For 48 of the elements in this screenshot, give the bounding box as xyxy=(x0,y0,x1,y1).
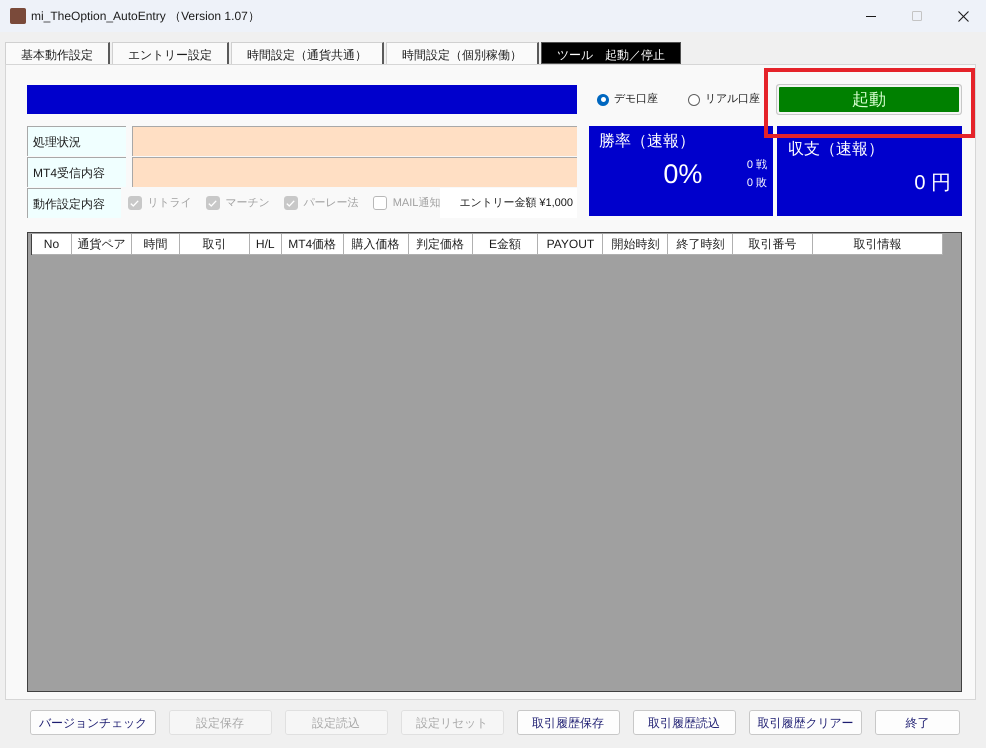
column-header[interactable]: 通貨ペア xyxy=(72,234,132,255)
column-header[interactable]: MT4価格 xyxy=(282,234,344,255)
column-header[interactable]: 取引 xyxy=(180,234,250,255)
radio-button[interactable] xyxy=(597,94,609,106)
window-title: mi_TheOption_AutoEntry （Version 1.07） xyxy=(31,8,260,25)
column-header[interactable]: 終了時刻 xyxy=(668,234,734,255)
column-header[interactable]: No xyxy=(32,234,72,255)
tab[interactable]: 時間設定（通貨共通） xyxy=(231,42,384,64)
column-header[interactable]: E金額 xyxy=(472,234,538,255)
tab[interactable]: 時間設定（個別稼働） xyxy=(386,42,539,64)
column-header[interactable]: 時間 xyxy=(132,234,180,255)
tab[interactable]: エントリー設定 xyxy=(112,42,229,64)
radio-label[interactable]: リアル口座 xyxy=(705,91,760,108)
column-header[interactable]: 取引情報 xyxy=(813,234,943,255)
panel-title: 勝率（速報） xyxy=(599,132,695,152)
column-header[interactable]: 判定価格 xyxy=(408,234,473,255)
panel-title: 収支（速報） xyxy=(788,141,884,159)
win-count: 0 戦 xyxy=(746,158,767,172)
readonly-field[interactable] xyxy=(132,157,577,187)
loss-count: 0 敗 xyxy=(746,176,767,190)
app-icon xyxy=(10,8,26,24)
check-icon xyxy=(286,200,296,206)
win-rate-value: 0% xyxy=(662,158,704,190)
maximize-icon xyxy=(912,11,922,21)
row-label: 動作設定内容 xyxy=(27,188,121,218)
row-label: MT4受信内容 xyxy=(27,157,126,187)
action-button[interactable]: 取引履歴クリアー xyxy=(748,710,862,735)
action-button[interactable]: 取引履歴保存 xyxy=(516,710,620,735)
tab[interactable]: 基本動作設定 xyxy=(5,42,110,64)
action-button[interactable]: バージョンチェック xyxy=(30,710,156,735)
close-icon xyxy=(958,10,968,22)
radio-button[interactable] xyxy=(688,94,700,106)
action-button[interactable]: 取引履歴読込 xyxy=(632,710,736,735)
radio-label[interactable]: デモ口座 xyxy=(614,91,658,108)
column-header[interactable]: H/L xyxy=(250,234,282,255)
column-header[interactable]: 購入価格 xyxy=(344,234,409,255)
readonly-field[interactable] xyxy=(132,126,577,156)
tab[interactable]: ツール 起動／停止 xyxy=(541,42,681,64)
start-button[interactable]: 起動 xyxy=(779,87,959,112)
row-label: 処理状況 xyxy=(27,126,126,156)
check-icon xyxy=(130,200,140,206)
balance-value: 0 円 xyxy=(914,171,951,195)
entry-amount: エントリー金額 ¥1,000 xyxy=(440,188,577,218)
check-icon xyxy=(208,200,218,206)
column-header[interactable]: 取引番号 xyxy=(733,234,814,255)
column-header[interactable]: 開始時刻 xyxy=(603,234,668,255)
action-button[interactable]: 終了 xyxy=(875,710,960,735)
column-header[interactable]: PAYOUT xyxy=(538,234,604,255)
